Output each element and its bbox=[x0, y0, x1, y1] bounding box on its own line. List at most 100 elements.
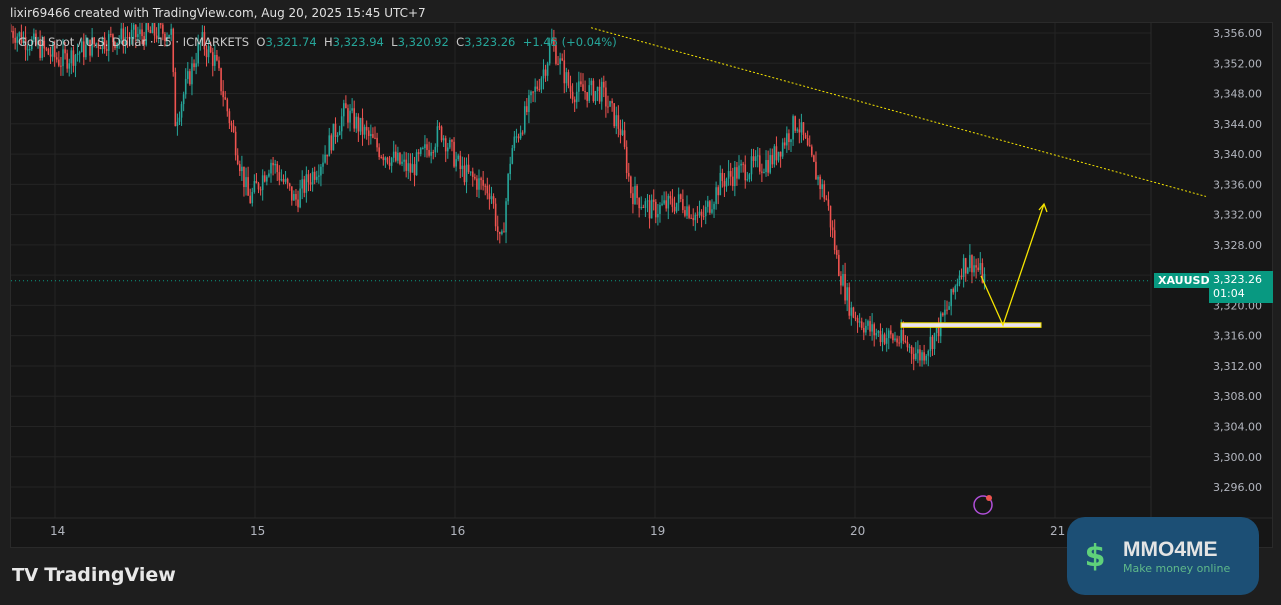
candle-body bbox=[657, 213, 659, 218]
candle-body bbox=[767, 160, 769, 173]
time-tick: 19 bbox=[650, 524, 665, 538]
candle-body bbox=[507, 173, 509, 202]
candle-body bbox=[759, 155, 761, 172]
candle-body bbox=[786, 133, 788, 146]
candle-body bbox=[474, 176, 476, 179]
candle-body bbox=[149, 29, 152, 34]
candle-body bbox=[948, 306, 950, 310]
candle-body bbox=[815, 161, 817, 180]
candle-body bbox=[858, 321, 861, 323]
candle-body bbox=[295, 194, 297, 200]
candle-body bbox=[451, 139, 453, 142]
candle-body bbox=[969, 255, 971, 269]
candle-body bbox=[655, 201, 657, 218]
candle-body bbox=[511, 148, 514, 164]
candle-body bbox=[890, 330, 892, 335]
candle-body bbox=[544, 69, 547, 76]
candle-body bbox=[236, 155, 239, 165]
candle-body bbox=[661, 203, 663, 205]
candle-body bbox=[461, 165, 464, 170]
candle-body bbox=[696, 214, 699, 216]
candle-body bbox=[309, 182, 312, 185]
chart-pane[interactable]: 3,356.00 3,352.00 3,348.00 3,344.00 3,340.00… bbox=[10, 14, 1273, 548]
candle-body bbox=[571, 91, 574, 100]
candle-body bbox=[189, 71, 191, 85]
candle-body bbox=[729, 171, 732, 177]
candle-body bbox=[239, 164, 241, 172]
price-tick: 3,308.00 bbox=[1213, 390, 1262, 403]
candle-body bbox=[176, 121, 179, 127]
candle-body bbox=[578, 81, 580, 92]
candle-body bbox=[648, 200, 651, 219]
candle-body bbox=[931, 336, 934, 350]
candle-body bbox=[230, 123, 233, 126]
candle-body bbox=[453, 141, 455, 167]
candle-body bbox=[214, 55, 216, 66]
candle-body bbox=[26, 49, 29, 51]
candle-body bbox=[159, 23, 162, 25]
candle-body bbox=[746, 179, 749, 181]
candle-body bbox=[707, 201, 709, 207]
candle-body bbox=[274, 163, 276, 166]
candle-body bbox=[505, 201, 507, 233]
candle-body bbox=[927, 350, 930, 356]
candle-body bbox=[869, 321, 871, 332]
candle-body bbox=[538, 88, 541, 90]
candle-body bbox=[783, 142, 786, 146]
candle-body bbox=[395, 151, 397, 161]
candle-body bbox=[351, 108, 353, 111]
tradingview-logo[interactable]: 𝗧𝗩 TradingView bbox=[12, 564, 176, 586]
candle-body bbox=[471, 171, 474, 177]
candle-body bbox=[713, 203, 715, 210]
candle-body bbox=[902, 329, 905, 341]
candle-body bbox=[679, 194, 682, 200]
candle-body bbox=[64, 49, 66, 54]
candle-body bbox=[178, 117, 181, 122]
candle-body bbox=[297, 199, 299, 208]
candle-body bbox=[386, 157, 389, 163]
candle-body bbox=[682, 199, 684, 211]
candle-body bbox=[343, 103, 345, 117]
candle-body bbox=[690, 217, 692, 219]
candle-body bbox=[528, 95, 530, 113]
candle-body bbox=[532, 91, 534, 93]
candle-body bbox=[811, 146, 813, 156]
candle-body bbox=[580, 81, 582, 85]
candle-body bbox=[964, 258, 967, 274]
mmo4me-watermark: $ MMO4ME Make money online bbox=[1067, 517, 1259, 595]
candle-body bbox=[422, 148, 424, 150]
candle-body bbox=[10, 30, 12, 32]
candle-body bbox=[827, 199, 830, 206]
candle-body bbox=[234, 131, 237, 156]
candle-body bbox=[879, 330, 882, 343]
current-price: 3,323.26 bbox=[1213, 273, 1262, 286]
candle-body bbox=[808, 145, 811, 147]
candle-body bbox=[332, 123, 335, 151]
candle-body bbox=[561, 58, 563, 61]
candle-body bbox=[763, 172, 765, 174]
candle-body bbox=[347, 108, 349, 123]
candle-body bbox=[623, 130, 626, 147]
candle-body bbox=[521, 132, 524, 134]
candle-body bbox=[330, 135, 333, 151]
symbol-price-label: XAUUSD bbox=[1154, 273, 1214, 288]
candle-body bbox=[218, 60, 220, 69]
candle-body bbox=[266, 176, 268, 182]
candle-body bbox=[917, 349, 919, 354]
candle-body bbox=[280, 179, 283, 181]
candle-body bbox=[609, 101, 611, 107]
candle-body bbox=[378, 147, 380, 157]
candle-body bbox=[174, 72, 177, 127]
candle-body bbox=[715, 187, 717, 204]
candle-body bbox=[390, 157, 393, 166]
candle-body bbox=[898, 342, 900, 344]
candle-body bbox=[444, 138, 447, 152]
candle-body bbox=[334, 123, 337, 137]
candle-body bbox=[575, 91, 578, 103]
candle-body bbox=[790, 139, 792, 143]
candle-body bbox=[971, 255, 973, 273]
price-chart[interactable]: 3,356.00 3,352.00 3,348.00 3,344.00 3,340.00… bbox=[10, 14, 1272, 547]
current-price-label: 3,323.26 01:04 bbox=[1209, 271, 1273, 303]
candle-body bbox=[465, 164, 468, 183]
candle-body bbox=[503, 231, 505, 233]
